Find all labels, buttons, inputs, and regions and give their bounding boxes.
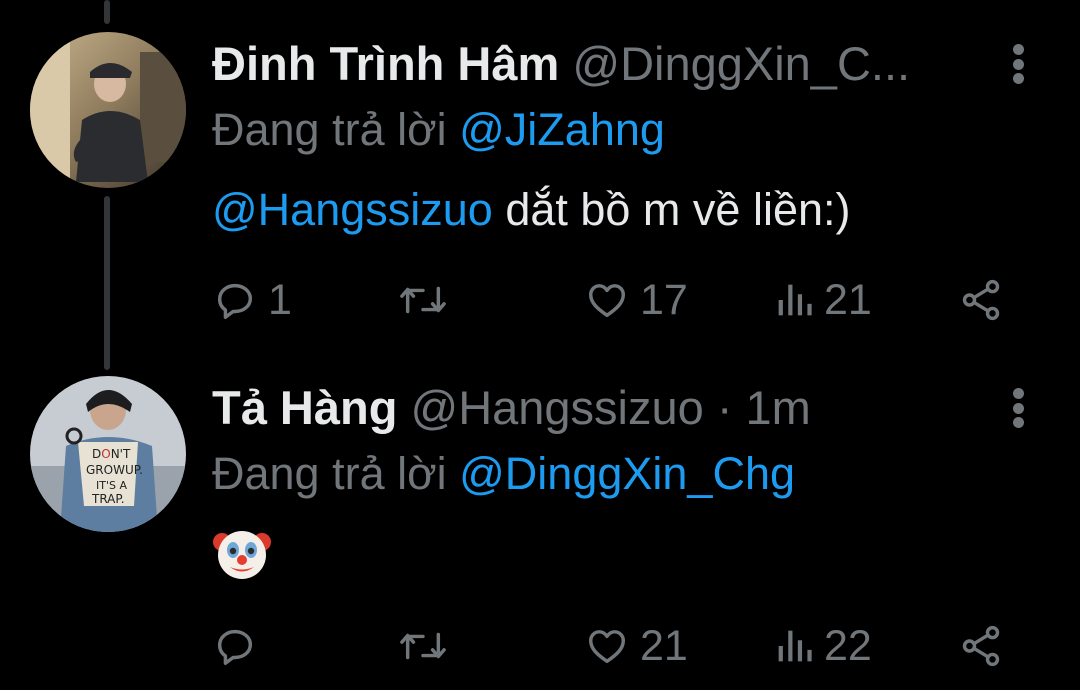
display-name[interactable]: Tả Hàng (212, 381, 397, 434)
views-count: 22 (824, 621, 872, 670)
clown-face-icon (213, 531, 271, 579)
views-count: 21 (824, 275, 872, 324)
views-icon (778, 284, 812, 316)
reply-count: 1 (268, 275, 292, 324)
retweet-icon (400, 632, 446, 660)
like-icon (588, 630, 626, 664)
reply-to-mention[interactable]: @JiZahng (459, 104, 665, 155)
tweet-header: Đinh Trình Hâm @DinggXin_C... (212, 32, 1000, 96)
retweet-button[interactable] (398, 270, 458, 330)
clown-face-emoji (212, 522, 272, 582)
reply-icon (217, 629, 253, 665)
tweet-1[interactable]: Đinh Trình Hâm @DinggXin_C... Đang trả l… (0, 0, 1080, 370)
like-count: 21 (640, 621, 688, 670)
avatar[interactable] (30, 32, 186, 188)
tweet-text: @Hangssizuo dắt bồ m về liền:) (212, 180, 850, 240)
reply-prefix: Đang trả lời (212, 448, 447, 499)
avatar[interactable]: DON'T GROWUP. IT'S A TRAP. (30, 376, 186, 532)
share-icon (962, 625, 1000, 667)
display-name[interactable]: Đinh Trình Hâm (212, 37, 559, 90)
reply-button[interactable]: 1 (212, 270, 292, 330)
avatar-image (30, 32, 186, 188)
share-icon (962, 279, 1000, 321)
tweet-header: Tả Hàng @Hangssizuo · 1m (212, 376, 1000, 440)
views-button[interactable]: 21 (774, 270, 872, 330)
views-button[interactable]: 22 (774, 616, 872, 676)
body-mention[interactable]: @Hangssizuo (212, 184, 493, 235)
tweet-actions: 21 22 (212, 616, 1020, 676)
retweet-icon (400, 286, 446, 314)
views-icon (778, 630, 812, 662)
tweet-2[interactable]: DON'T GROWUP. IT'S A TRAP. Tả Hàng @Hang… (0, 370, 1080, 690)
svg-text:TRAP.: TRAP. (91, 492, 125, 506)
svg-text:DON'T: DON'T (92, 447, 131, 461)
body-text: dắt bồ m về liền:) (492, 184, 851, 235)
tweet-actions: 1 17 21 (212, 270, 1020, 330)
reply-prefix: Đang trả lời (212, 104, 447, 155)
share-button[interactable] (958, 270, 1004, 330)
reply-context: Đang trả lời @DinggXin_Chg (212, 446, 795, 502)
retweet-button[interactable] (398, 616, 458, 676)
avatar-image: DON'T GROWUP. IT'S A TRAP. (30, 376, 186, 532)
reply-button[interactable] (212, 616, 268, 676)
like-button[interactable]: 17 (584, 270, 688, 330)
user-handle[interactable]: @Hangssizuo · 1m (410, 381, 810, 434)
reply-to-mention[interactable]: @DinggXin_Chg (459, 448, 795, 499)
svg-text:IT'S A: IT'S A (96, 479, 127, 492)
svg-text:GROWUP.: GROWUP. (86, 463, 143, 477)
share-button[interactable] (958, 616, 1004, 676)
like-button[interactable]: 21 (584, 616, 688, 676)
reply-context: Đang trả lời @JiZahng (212, 102, 665, 158)
more-icon[interactable] (1006, 36, 1030, 92)
like-count: 17 (640, 275, 688, 324)
reply-icon (217, 283, 253, 319)
user-handle[interactable]: @DinggXin_C... (572, 37, 910, 90)
more-icon[interactable] (1006, 380, 1030, 436)
like-icon (588, 284, 626, 318)
